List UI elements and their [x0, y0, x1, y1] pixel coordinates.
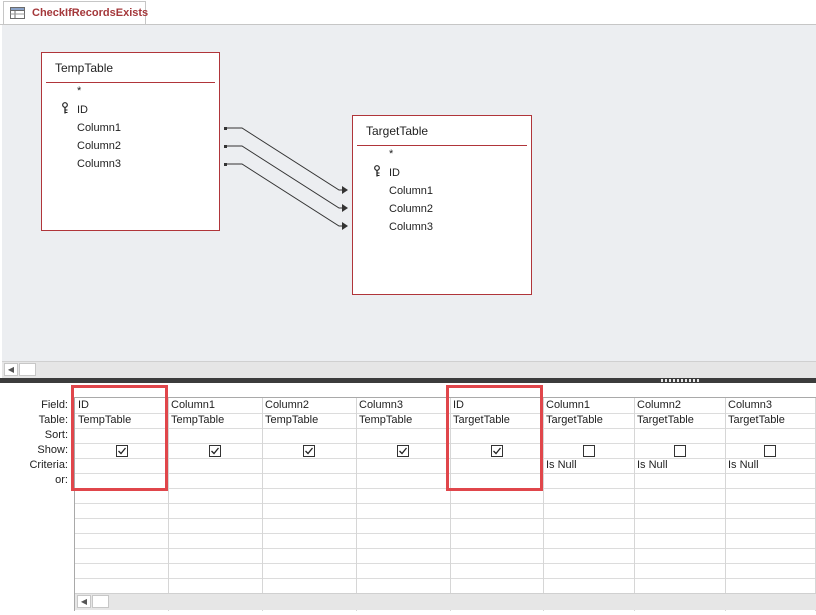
row-divider	[75, 518, 816, 519]
field-cell[interactable]: Column1	[546, 399, 590, 411]
criteria-cell[interactable]: Is Null	[637, 459, 668, 471]
column-divider[interactable]	[634, 398, 635, 611]
column-divider[interactable]	[725, 398, 726, 611]
row-divider	[75, 533, 816, 534]
row-label-table: Table:	[38, 414, 68, 426]
field-cell[interactable]: Column3	[359, 399, 403, 411]
column-divider[interactable]	[356, 398, 357, 611]
targettable-box[interactable]: TargetTable * ID Column1 Column2 Column3	[352, 115, 532, 295]
checkmark-icon	[211, 447, 220, 455]
table-cell[interactable]: TargetTable	[546, 414, 603, 426]
field-id[interactable]: ID	[77, 104, 88, 116]
field-column3[interactable]: Column3	[77, 158, 121, 170]
field-cell[interactable]: Column3	[728, 399, 772, 411]
row-label-or: or:	[55, 474, 68, 486]
show-checkbox-checked[interactable]	[303, 445, 315, 457]
checkmark-icon	[399, 447, 408, 455]
table-cell[interactable]: TargetTable	[637, 414, 694, 426]
primary-key-icon	[374, 165, 380, 177]
grid-hscrollbar[interactable]: ◀	[75, 593, 816, 610]
document-tab-strip: CheckIfRecordsExists	[0, 0, 816, 25]
field-column2[interactable]: Column2	[77, 140, 121, 152]
field-column1[interactable]: Column1	[77, 122, 121, 134]
primary-key-icon	[62, 102, 68, 114]
field-cell[interactable]: Column1	[171, 399, 215, 411]
temptable-box[interactable]: TempTable * ID Column1 Column2 Column3	[41, 52, 220, 231]
query-design-pane[interactable]: TempTable * ID Column1 Column2 Column3 T…	[2, 25, 816, 361]
table-cell[interactable]: TargetTable	[728, 414, 785, 426]
column-divider[interactable]	[262, 398, 263, 611]
show-checkbox-checked[interactable]	[397, 445, 409, 457]
table-cell[interactable]: TempTable	[359, 414, 412, 426]
show-checkbox[interactable]	[674, 445, 686, 457]
splitter-grip[interactable]	[661, 379, 699, 382]
query-icon	[10, 7, 25, 19]
query-tab-title: CheckIfRecordsExists	[32, 7, 149, 19]
criteria-cell[interactable]: Is Null	[728, 459, 759, 471]
row-divider	[75, 503, 816, 504]
row-divider	[75, 548, 816, 549]
highlight-box	[71, 385, 168, 491]
row-label-show: Show:	[37, 444, 68, 456]
field-column2[interactable]: Column2	[389, 203, 433, 215]
field-cell[interactable]: Column2	[265, 399, 309, 411]
row-divider	[75, 578, 816, 579]
scroll-left-arrow-icon[interactable]: ◀	[77, 595, 91, 608]
design-grid: Field: Table: Sort: Show: Criteria: or: …	[0, 383, 816, 615]
highlight-box	[446, 385, 543, 491]
show-checkbox[interactable]	[583, 445, 595, 457]
row-label-criteria: Criteria:	[29, 459, 68, 471]
show-checkbox-checked[interactable]	[209, 445, 221, 457]
checkmark-icon	[305, 447, 314, 455]
table-title: TempTable	[55, 61, 114, 75]
query-tab[interactable]: CheckIfRecordsExists	[3, 1, 149, 24]
field-all[interactable]: *	[77, 85, 81, 97]
divider	[357, 145, 527, 146]
column-divider[interactable]	[543, 398, 544, 611]
design-pane-hscrollbar[interactable]: ◀	[2, 361, 816, 378]
divider	[46, 82, 215, 83]
scroll-thumb[interactable]	[92, 595, 109, 608]
field-id[interactable]: ID	[389, 167, 400, 179]
table-title: TargetTable	[366, 124, 429, 138]
field-all[interactable]: *	[389, 148, 393, 160]
table-cell[interactable]: TempTable	[171, 414, 224, 426]
show-checkbox[interactable]	[764, 445, 776, 457]
row-divider	[75, 563, 816, 564]
row-label-sort: Sort:	[44, 429, 68, 441]
scroll-thumb[interactable]	[19, 363, 36, 376]
grid-cells[interactable]: ID TempTable Column1 TempTable Column2 TempTa…	[74, 397, 816, 611]
column-divider[interactable]	[168, 398, 169, 611]
field-cell[interactable]: Column2	[637, 399, 681, 411]
field-column3[interactable]: Column3	[389, 221, 433, 233]
scroll-left-arrow-icon[interactable]: ◀	[4, 363, 18, 376]
table-cell[interactable]: TempTable	[265, 414, 318, 426]
field-column1[interactable]: Column1	[389, 185, 433, 197]
criteria-cell[interactable]: Is Null	[546, 459, 577, 471]
row-label-field: Field:	[41, 399, 68, 411]
